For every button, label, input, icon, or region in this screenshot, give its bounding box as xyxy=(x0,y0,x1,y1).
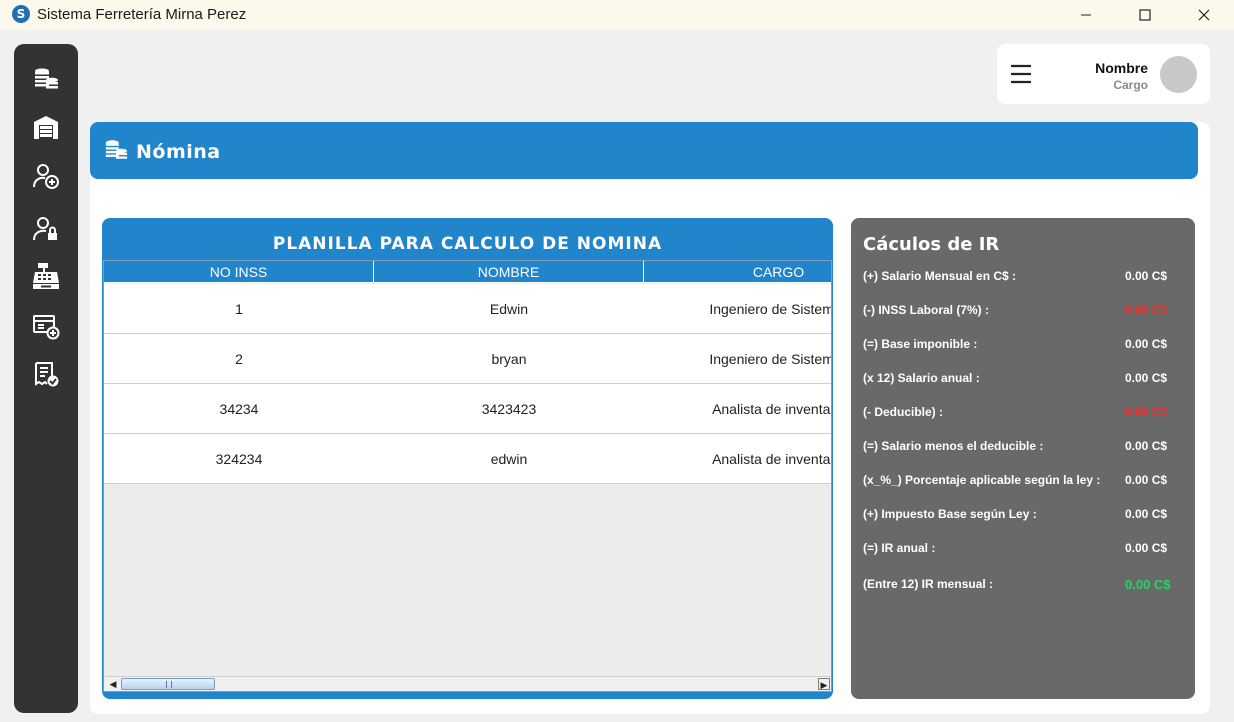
ir-value: 0.00 C$ xyxy=(1125,371,1168,385)
avatar[interactable] xyxy=(1160,56,1197,93)
horizontal-scrollbar[interactable]: ◀ ▶ xyxy=(105,676,831,691)
ir-label: (=) IR anual : xyxy=(863,541,936,555)
cell-nombre: edwin xyxy=(490,451,528,467)
table-row[interactable]: 324234 edwin Analista de inventario xyxy=(104,434,831,484)
ir-row-base-imponible: (=) Base imponible : 0.00 C$ xyxy=(863,337,1183,353)
ir-calculation-panel: Cáculos de IR (+) Salario Mensual en C$ … xyxy=(851,218,1195,699)
ir-label: (-) INSS Laboral (7%) : xyxy=(863,303,990,317)
cell-cargo: Analista de inventario xyxy=(712,401,831,417)
ir-value: 0.00 C$ xyxy=(1125,577,1171,592)
cash-register-icon xyxy=(33,263,59,289)
warehouse-icon xyxy=(34,116,58,139)
cell-nombre: Edwin xyxy=(489,301,529,317)
ir-value: 0.00 C$ xyxy=(1125,507,1168,521)
cell-cargo: Ingeniero de Sistemas xyxy=(709,301,832,317)
page-header: Nómina xyxy=(90,122,1198,179)
ir-label: (=) Salario menos el deducible : xyxy=(863,439,1044,453)
checked-receipt-icon xyxy=(35,362,59,387)
sidebar-item-caja[interactable] xyxy=(26,256,66,296)
page-title: Nómina xyxy=(136,141,221,163)
ir-row-inss-laboral: (-) INSS Laboral (7%) : 0.00 C$ xyxy=(863,303,1183,319)
table-row[interactable]: 34234 3423423 Analista de inventario xyxy=(104,384,831,434)
user-name: Nombre xyxy=(1095,60,1148,76)
sidebar xyxy=(14,44,78,713)
maximize-icon xyxy=(1139,9,1151,21)
column-header-nombre[interactable]: NOMBRE xyxy=(374,261,644,283)
ir-row-impuesto-base: (+) Impuesto Base según Ley : 0.00 C$ xyxy=(863,507,1183,523)
ir-value: 0.00 C$ xyxy=(1125,269,1168,283)
user-profile-card: Nombre Cargo xyxy=(997,44,1210,104)
ir-row-ir-anual: (=) IR anual : 0.00 C$ xyxy=(863,541,1183,557)
table-row[interactable]: 1 Edwin Ingeniero de Sistemas xyxy=(104,284,832,334)
coins-icon xyxy=(105,140,128,159)
minimize-button[interactable] xyxy=(1063,0,1109,30)
maximize-button[interactable] xyxy=(1122,0,1168,30)
ir-row-salario-menos-deducible: (=) Salario menos el deducible : 0.00 C$ xyxy=(863,439,1183,455)
column-header-no-inss[interactable]: NO INSS xyxy=(104,261,374,283)
ir-value: 0.00 C$ xyxy=(1125,473,1168,487)
ir-value: 0.00 C$ xyxy=(1125,541,1168,555)
ir-value: 0.00 C$ xyxy=(1125,303,1168,317)
cell-cargo: Ingeniero de Sistemas xyxy=(709,351,832,367)
ir-row-porcentaje: (x_%_) Porcentaje aplicable según la ley… xyxy=(863,473,1183,489)
ir-label: (=) Base imponible : xyxy=(863,337,978,351)
app-logo-icon: S xyxy=(12,5,30,23)
cell-no-inss: 34234 xyxy=(219,401,259,417)
close-icon xyxy=(1198,9,1210,21)
ir-label: (x 12) Salario anual : xyxy=(863,371,980,385)
menu-button[interactable] xyxy=(1009,62,1033,86)
cell-no-inss: 1 xyxy=(235,301,243,317)
add-invoice-icon xyxy=(33,315,60,340)
payroll-table[interactable]: NO INSS NOMBRE CARGO 1 Edwin Ingeniero d… xyxy=(103,260,832,692)
minimize-icon xyxy=(1081,14,1091,16)
grip-icon xyxy=(166,681,172,688)
user-lock-icon xyxy=(33,217,57,241)
cell-nombre: 3423423 xyxy=(481,401,537,417)
column-header-cargo[interactable]: CARGO xyxy=(644,261,831,283)
table-title: PLANILLA PARA CALCULO DE NOMINA xyxy=(272,234,663,254)
window-title: Sistema Ferretería Mirna Perez xyxy=(37,6,247,23)
scroll-right-arrow-icon[interactable]: ▶ xyxy=(818,678,830,690)
ir-label: (- Deducible) : xyxy=(863,405,943,419)
ir-value: 0.00 C$ xyxy=(1125,337,1168,351)
coins-icon xyxy=(35,68,58,89)
table-row[interactable]: 2 bryan Ingeniero de Sistemas xyxy=(104,334,832,384)
scrollbar-thumb[interactable] xyxy=(121,678,215,690)
sidebar-item-inventario[interactable] xyxy=(26,107,66,147)
sidebar-item-nomina[interactable] xyxy=(26,59,66,99)
cell-no-inss: 324234 xyxy=(215,451,263,467)
ir-value: 0.00 C$ xyxy=(1125,439,1168,453)
sidebar-item-reports[interactable] xyxy=(26,354,66,394)
ir-label: (+) Impuesto Base según Ley : xyxy=(863,507,1037,521)
ir-row-salario-mensual: (+) Salario Mensual en C$ : 0.00 C$ xyxy=(863,269,1183,285)
sidebar-item-add-user[interactable] xyxy=(26,156,66,196)
scroll-left-arrow-icon[interactable]: ◀ xyxy=(107,678,119,690)
ir-row-deducible: (- Deducible) : 0.00 C$ xyxy=(863,405,1183,421)
ir-row-ir-mensual: (Entre 12) IR mensual : 0.00 C$ xyxy=(863,577,1183,593)
ir-label: (x_%_) Porcentaje aplicable según la ley… xyxy=(863,473,1101,487)
cell-cargo: Analista de inventario xyxy=(712,451,831,467)
user-role: Cargo xyxy=(1113,78,1148,92)
title-bar: S Sistema Ferretería Mirna Perez xyxy=(0,0,1234,30)
cell-no-inss: 2 xyxy=(235,351,243,367)
close-button[interactable] xyxy=(1181,0,1227,30)
ir-label: (Entre 12) IR mensual : xyxy=(863,577,994,591)
hamburger-menu-icon xyxy=(1011,64,1031,84)
cell-nombre: bryan xyxy=(491,351,527,367)
payroll-table-card: PLANILLA PARA CALCULO DE NOMINA NO INSS … xyxy=(102,218,833,699)
ir-panel-title: Cáculos de IR xyxy=(863,234,1000,255)
sidebar-item-add-invoice[interactable] xyxy=(26,306,66,346)
ir-row-salario-anual: (x 12) Salario anual : 0.00 C$ xyxy=(863,371,1183,387)
ir-label: (+) Salario Mensual en C$ : xyxy=(863,269,1017,283)
sidebar-item-users[interactable] xyxy=(26,209,66,249)
ir-value: 0.00 C$ xyxy=(1125,405,1168,419)
add-user-icon xyxy=(33,164,59,189)
